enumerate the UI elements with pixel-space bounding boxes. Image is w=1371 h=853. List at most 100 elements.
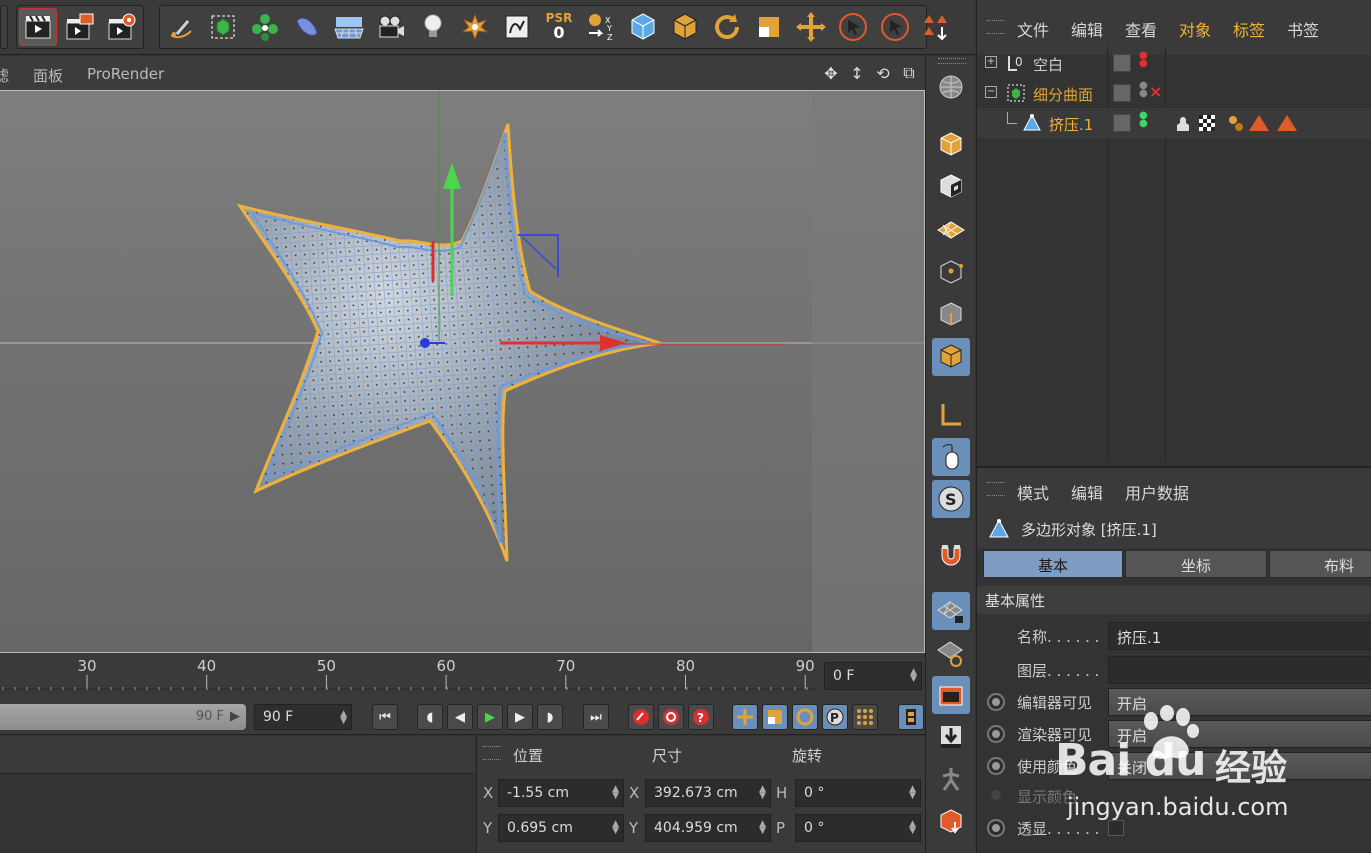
position-x-field[interactable]: -1.55 cm ▲ ▼ <box>498 779 624 807</box>
previous-frame-button[interactable]: ◀ <box>447 704 473 730</box>
viewport-menu-panel[interactable]: 面板 <box>33 65 63 86</box>
object-row-extrude[interactable]: 挤压.1 ● ● <box>977 108 1371 138</box>
tab-cloth[interactable]: 布料 <box>1269 550 1371 578</box>
om-menu-tags[interactable]: 标签 <box>1233 17 1265 41</box>
spinner-icon[interactable]: ▲ ▼ <box>612 820 619 836</box>
cube-button[interactable] <box>624 8 662 46</box>
zoom-view-icon[interactable]: ↕ <box>847 63 867 83</box>
texture-mode-button[interactable] <box>932 168 970 206</box>
om-menu-objects[interactable]: 对象 <box>1179 17 1211 41</box>
workplane-align-button[interactable] <box>932 634 970 672</box>
layer-field[interactable] <box>1108 656 1371 684</box>
pan-view-icon[interactable]: ✥ <box>821 63 841 83</box>
animate-radio-icon[interactable] <box>987 693 1005 711</box>
light-button[interactable] <box>414 8 452 46</box>
object-name[interactable]: 细分曲面 <box>1033 84 1093 105</box>
am-menu-user-data[interactable]: 用户数据 <box>1125 480 1189 504</box>
record-rotation-button[interactable] <box>792 704 818 730</box>
tab-basic[interactable]: 基本 <box>983 550 1123 578</box>
next-key-button[interactable]: ◗ <box>537 704 563 730</box>
character-button[interactable] <box>932 760 970 798</box>
object-name[interactable]: 挤压.1 <box>1049 114 1093 135</box>
visibility-dots-icon[interactable]: ● ● <box>1139 81 1148 99</box>
render-view-button[interactable] <box>19 8 57 46</box>
om-menu-edit[interactable]: 编辑 <box>1071 17 1103 41</box>
current-frame-field[interactable]: 0 F ▲ ▼ <box>824 662 922 690</box>
export-button[interactable] <box>932 802 970 840</box>
picture-viewer-button[interactable] <box>932 676 970 714</box>
frame-range-slider[interactable]: 90 F ▶ <box>0 704 246 730</box>
om-menu-view[interactable]: 查看 <box>1125 17 1157 41</box>
end-spinner-arrows-icon[interactable]: ▲ ▼ <box>340 710 347 726</box>
size-x-field[interactable]: 392.673 cm ▲ ▼ <box>645 779 771 807</box>
deformer-button[interactable] <box>288 8 326 46</box>
visibility-dots-icon[interactable]: ● ● <box>1139 111 1148 129</box>
effector-button[interactable] <box>456 8 494 46</box>
camera-button[interactable] <box>372 8 410 46</box>
object-row-null[interactable]: + 0 空白 ● ● <box>977 48 1371 78</box>
animate-radio-icon[interactable] <box>987 725 1005 743</box>
snap-button[interactable] <box>932 536 970 574</box>
spinner-arrows-icon[interactable]: ▲ ▼ <box>910 668 917 684</box>
object-name[interactable]: 空白 <box>1033 54 1063 75</box>
scale-tool-button[interactable] <box>750 8 788 46</box>
rotate-tool-button[interactable] <box>708 8 746 46</box>
record-scale-button[interactable] <box>762 704 788 730</box>
spinner-icon[interactable]: ▲ ▼ <box>909 785 916 801</box>
import-button[interactable] <box>932 718 970 756</box>
range-handle-arrow-icon[interactable]: ▶ <box>230 709 240 724</box>
animate-radio-icon[interactable] <box>987 757 1005 775</box>
object-mode-button[interactable] <box>666 8 704 46</box>
tweak-mode-button[interactable] <box>932 438 970 476</box>
record-point-level-button[interactable] <box>852 704 878 730</box>
pen-tool-button[interactable] <box>162 8 200 46</box>
tab-coordinates[interactable]: 坐标 <box>1125 550 1267 578</box>
end-frame-field[interactable]: 90 F ▲ ▼ <box>254 704 352 730</box>
polygons-mode-button[interactable] <box>932 338 970 376</box>
orbit-view-icon[interactable]: ⟲ <box>873 63 893 83</box>
autokey-button[interactable] <box>658 704 684 730</box>
points-mode-button[interactable] <box>932 254 970 292</box>
size-y-field[interactable]: 404.959 cm ▲ ▼ <box>645 814 771 842</box>
collapse-toggle-icon[interactable]: − <box>985 86 997 98</box>
sketch-button[interactable] <box>498 8 536 46</box>
render-to-picture-viewer-button[interactable] <box>61 8 99 46</box>
am-menu-edit[interactable]: 编辑 <box>1071 480 1103 504</box>
floor-button[interactable] <box>330 8 368 46</box>
timeline-ruler[interactable]: 30 40 50 60 70 80 90 0 F ▲ ▼ <box>0 653 925 699</box>
make-editable-button[interactable] <box>932 68 970 106</box>
disabled-x-icon[interactable]: × <box>1149 82 1162 101</box>
axis-mode-button[interactable] <box>932 396 970 434</box>
om-menu-file[interactable]: 文件 <box>1017 17 1049 41</box>
play-button[interactable]: ▶ <box>477 704 503 730</box>
editor-visible-dropdown[interactable]: 开启 <box>1108 688 1371 716</box>
render-visible-dropdown[interactable]: 开启 <box>1108 720 1371 748</box>
object-row-subdivision[interactable]: − 细分曲面 ● ● × <box>977 78 1371 108</box>
am-menu-mode[interactable]: 模式 <box>1017 480 1049 504</box>
keyframe-selection-button[interactable]: ? <box>688 704 714 730</box>
workplane-lock-button[interactable] <box>932 592 970 630</box>
toggle-view-icon[interactable]: ⧉ <box>899 63 919 83</box>
go-to-start-button[interactable]: ⏮ <box>372 704 398 730</box>
rotation-p-field[interactable]: 0 ° ▲ ▼ <box>795 814 921 842</box>
coordinate-system-button[interactable]: XYZ <box>582 8 620 46</box>
workplane-mode-button[interactable] <box>932 210 970 248</box>
subdivision-surface-button[interactable] <box>204 8 242 46</box>
animate-radio-icon[interactable] <box>987 819 1005 837</box>
live-selection-button[interactable] <box>834 8 872 46</box>
psr-button[interactable]: PSR 0 <box>540 8 578 46</box>
spinner-icon[interactable]: ▲ ▼ <box>759 820 766 836</box>
position-y-field[interactable]: 0.695 cm ▲ ▼ <box>498 814 624 842</box>
next-frame-button[interactable]: ▶ <box>507 704 533 730</box>
model-mode-button[interactable] <box>932 126 970 164</box>
material-manager[interactable] <box>0 736 475 853</box>
solo-button[interactable]: S <box>932 480 970 518</box>
move-tool-button[interactable] <box>792 8 830 46</box>
previous-key-button[interactable]: ◖ <box>417 704 443 730</box>
selection-filter-button[interactable] <box>876 8 914 46</box>
axis-lock-button[interactable] <box>917 8 955 46</box>
record-parameter-button[interactable]: P <box>822 704 848 730</box>
record-position-button[interactable] <box>732 704 758 730</box>
om-menu-bookmarks[interactable]: 书签 <box>1287 17 1319 41</box>
xray-checkbox[interactable] <box>1108 820 1124 836</box>
